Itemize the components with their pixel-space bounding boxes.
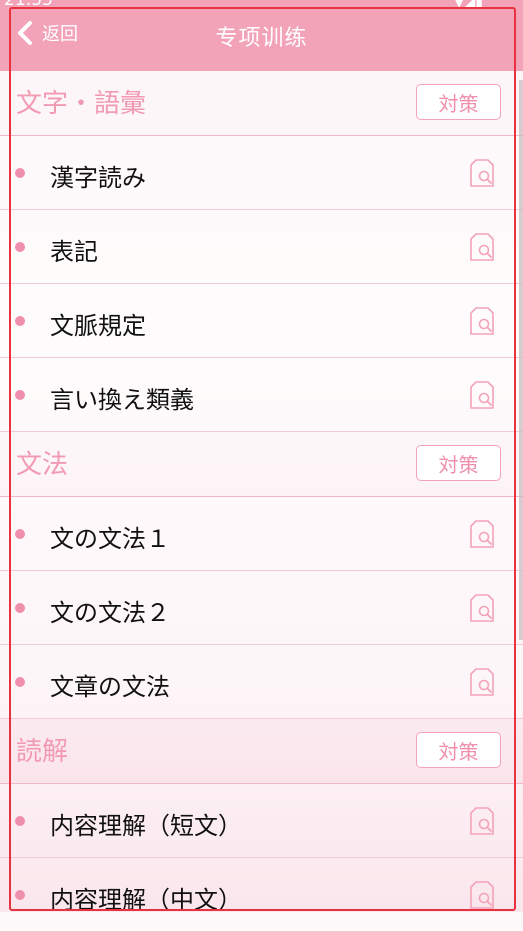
section-header-grammar: 文法 対策 [0,432,523,497]
document-search-icon[interactable] [469,667,495,697]
section-title: 文法 [16,450,69,480]
top-bar: 返回 专项训练 [0,8,523,71]
bullet-icon [15,242,25,252]
section-header-reading: 読解 対策 [0,719,523,784]
bullet-icon [15,677,25,687]
scrollbar[interactable] [519,80,523,640]
list-item[interactable]: 表記 [0,210,523,284]
page-title: 专项训练 [215,26,308,51]
list-item[interactable]: 内容理解（短文） [0,784,523,858]
item-label: 内容理解（短文） [50,812,242,840]
status-icons: ▼◢▮ [453,0,483,8]
status-bar: 21:55 ▼◢▮ [0,0,523,8]
bullet-icon [15,168,25,178]
document-search-icon[interactable] [469,593,495,623]
item-label: 文の文法１ [50,525,170,553]
list-item[interactable]: 内容理解（中文） [0,858,523,932]
bullet-icon [15,390,25,400]
item-label: 表記 [50,238,98,266]
item-label: 漢字読み [50,164,146,192]
document-search-icon[interactable] [469,806,495,836]
document-search-icon[interactable] [469,380,495,410]
item-label: 文の文法２ [50,599,170,627]
document-search-icon[interactable] [469,880,495,910]
list-item[interactable]: 文の文法１ [0,497,523,571]
document-search-icon[interactable] [469,519,495,549]
list-item[interactable]: 言い換え類義 [0,358,523,432]
item-label: 文脈規定 [50,312,146,340]
document-search-icon[interactable] [469,232,495,262]
bullet-icon [15,890,25,900]
list-item[interactable]: 文の文法２ [0,571,523,645]
bullet-icon [15,816,25,826]
bullet-icon [15,316,25,326]
bullet-icon [15,603,25,613]
section-header-vocabulary: 文字・語彙 対策 [0,71,523,136]
list-item[interactable]: 漢字読み [0,136,523,210]
list-item[interactable]: 文脈規定 [0,284,523,358]
item-label: 文章の文法 [50,673,170,701]
status-time: 21:55 [4,0,53,8]
section-title: 文字・語彙 [16,89,147,119]
bullet-icon [15,529,25,539]
strategy-button[interactable]: 対策 [416,84,501,120]
document-search-icon[interactable] [469,158,495,188]
document-search-icon[interactable] [469,306,495,336]
section-title: 読解 [16,737,69,767]
training-list: 文字・語彙 対策 漢字読み 表記 文脈規定 言い換え類義 文法 対策 文の文法１… [0,71,523,932]
item-label: 内容理解（中文） [50,886,242,914]
strategy-button[interactable]: 対策 [416,445,501,481]
list-item[interactable]: 文章の文法 [0,645,523,719]
item-label: 言い換え類義 [50,386,194,414]
strategy-button[interactable]: 対策 [416,732,501,768]
